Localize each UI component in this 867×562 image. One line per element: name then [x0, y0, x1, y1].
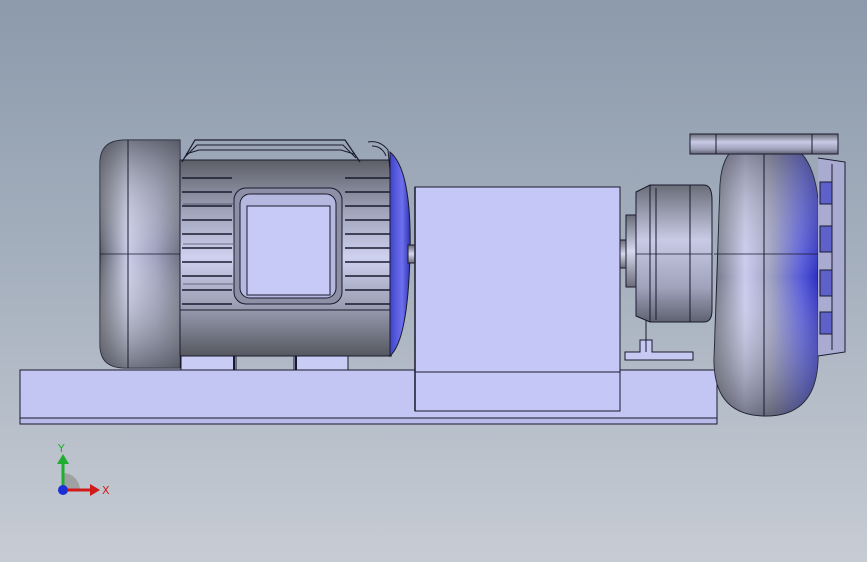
terminal-box[interactable]: [233, 187, 343, 305]
z-axis-dot: [58, 485, 68, 495]
graphics-viewport[interactable]: Y X: [0, 0, 867, 562]
pump-rear-ribs: [817, 157, 846, 357]
motor-end-cap[interactable]: [99, 139, 181, 369]
x-axis-label: X: [102, 484, 110, 497]
pump-volute-casing[interactable]: [713, 137, 819, 417]
pump-bearing-housing[interactable]: [635, 184, 713, 323]
coordinate-triad: Y X: [57, 442, 110, 497]
discharge-flange[interactable]: [689, 133, 839, 155]
coupling-guard[interactable]: [414, 186, 621, 412]
motor-fan-cover[interactable]: [389, 150, 411, 358]
pump-shaft: [619, 214, 637, 288]
pump-assembly-model[interactable]: [0, 0, 867, 562]
y-axis-label: Y: [57, 442, 65, 455]
